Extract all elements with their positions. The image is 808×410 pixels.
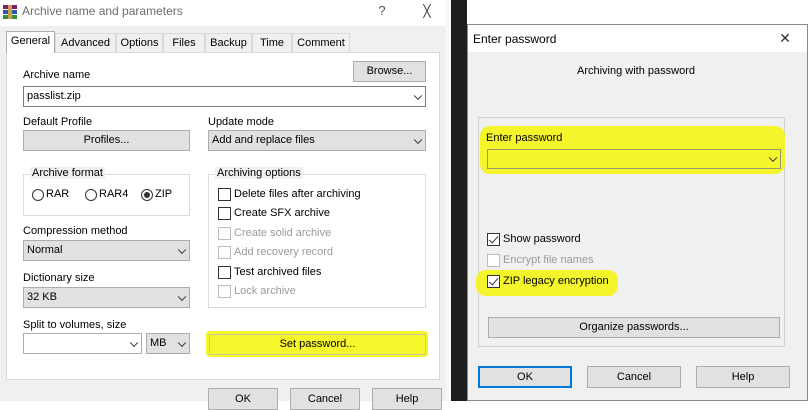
organize-passwords-button[interactable]: Organize passwords... — [488, 317, 780, 338]
format-rar-radio[interactable] — [32, 189, 44, 201]
format-rar4-label[interactable]: RAR4 — [99, 188, 128, 200]
lock-archive-label: Lock archive — [234, 285, 296, 297]
help-button[interactable]: Help — [372, 388, 442, 410]
dictionary-size-select[interactable]: 32 KB — [23, 287, 190, 308]
tab-time[interactable]: Time — [252, 33, 292, 52]
chevron-down-icon — [177, 292, 187, 301]
compression-method-label: Compression method — [23, 225, 128, 237]
show-password-label[interactable]: Show password — [503, 233, 581, 245]
update-mode-label: Update mode — [208, 116, 275, 128]
set-password-button[interactable]: Set password... — [209, 334, 426, 355]
chevron-down-icon[interactable] — [768, 153, 778, 163]
create-sfx-checkbox[interactable] — [218, 207, 231, 220]
format-zip-label[interactable]: ZIP — [155, 188, 172, 200]
winrar-icon — [3, 5, 17, 19]
archive-name-input[interactable]: passlist.zip — [23, 86, 426, 107]
test-files-checkbox[interactable] — [218, 266, 231, 279]
solid-archive-checkbox — [218, 227, 231, 240]
zip-legacy-label[interactable]: ZIP legacy encryption — [503, 275, 609, 287]
tab-advanced[interactable]: Advanced — [55, 33, 116, 52]
format-zip-radio[interactable] — [141, 189, 153, 201]
dictionary-size-value: 32 KB — [27, 291, 57, 303]
lock-archive-checkbox — [218, 285, 231, 298]
dictionary-size-label: Dictionary size — [23, 272, 95, 284]
profiles-button[interactable]: Profiles... — [23, 130, 190, 151]
solid-archive-label: Create solid archive — [234, 227, 332, 239]
compression-method-value: Normal — [27, 244, 63, 256]
recovery-record-checkbox — [218, 246, 231, 259]
delete-after-label[interactable]: Delete files after archiving — [234, 188, 361, 200]
format-rar-label[interactable]: RAR — [46, 188, 69, 200]
archive-parameters-dialog: Archive name and parameters ? ╳ General … — [0, 0, 446, 410]
archive-name-value: passlist.zip — [27, 90, 81, 102]
split-size-input[interactable] — [23, 333, 142, 354]
tab-general[interactable]: General — [6, 31, 55, 53]
password-input[interactable] — [487, 149, 781, 169]
tab-files[interactable]: Files — [163, 33, 205, 52]
encrypt-file-names-checkbox — [487, 254, 500, 267]
create-sfx-label[interactable]: Create SFX archive — [234, 207, 330, 219]
close-icon[interactable]: ✕ — [773, 28, 797, 48]
chevron-down-icon[interactable] — [413, 91, 423, 100]
browse-button[interactable]: Browse... — [353, 61, 426, 82]
show-password-checkbox[interactable] — [487, 233, 500, 246]
help-title-button[interactable]: ? — [372, 1, 392, 21]
delete-after-checkbox[interactable] — [218, 188, 231, 201]
cancel-button[interactable]: Cancel — [587, 366, 681, 388]
compression-method-select[interactable]: Normal — [23, 240, 190, 261]
test-files-label[interactable]: Test archived files — [234, 266, 321, 278]
tab-options[interactable]: Options — [116, 33, 163, 52]
ok-button[interactable]: OK — [478, 366, 572, 388]
archiving-options-label: Archiving options — [215, 167, 303, 179]
close-icon[interactable]: ╳ — [416, 1, 438, 21]
split-unit-select[interactable]: MB — [146, 333, 190, 354]
tab-comment[interactable]: Comment — [292, 33, 350, 52]
split-volumes-label: Split to volumes, size — [23, 319, 127, 331]
archive-name-label: Archive name — [23, 69, 91, 81]
chevron-down-icon — [413, 135, 423, 144]
cancel-button[interactable]: Cancel — [290, 388, 360, 410]
screenshot-divider-dark — [451, 0, 467, 401]
help-button[interactable]: Help — [696, 366, 790, 388]
title-bar: Archive name and parameters ? ╳ — [0, 0, 446, 26]
enter-password-label: Enter password — [486, 132, 563, 144]
password-dialog-title: Enter password — [473, 32, 557, 46]
archive-format-label: Archive format — [30, 167, 105, 179]
update-mode-value: Add and replace files — [212, 134, 315, 146]
split-unit-value: MB — [150, 337, 167, 349]
dialog-title: Archive name and parameters — [22, 4, 183, 18]
zip-legacy-checkbox[interactable] — [487, 275, 500, 288]
chevron-down-icon — [177, 245, 187, 254]
chevron-down-icon[interactable] — [129, 338, 139, 347]
password-title-bar: Enter password ✕ — [467, 24, 808, 52]
encrypt-file-names-label: Encrypt file names — [503, 254, 594, 266]
ok-button[interactable]: OK — [208, 388, 278, 410]
default-profile-label: Default Profile — [23, 116, 93, 128]
update-mode-select[interactable]: Add and replace files — [208, 130, 426, 151]
tab-backup[interactable]: Backup — [205, 33, 252, 52]
archiving-with-password-label: Archiving with password — [577, 65, 695, 77]
recovery-record-label: Add recovery record — [234, 246, 334, 258]
chevron-down-icon — [177, 338, 187, 347]
format-rar4-radio[interactable] — [85, 189, 97, 201]
